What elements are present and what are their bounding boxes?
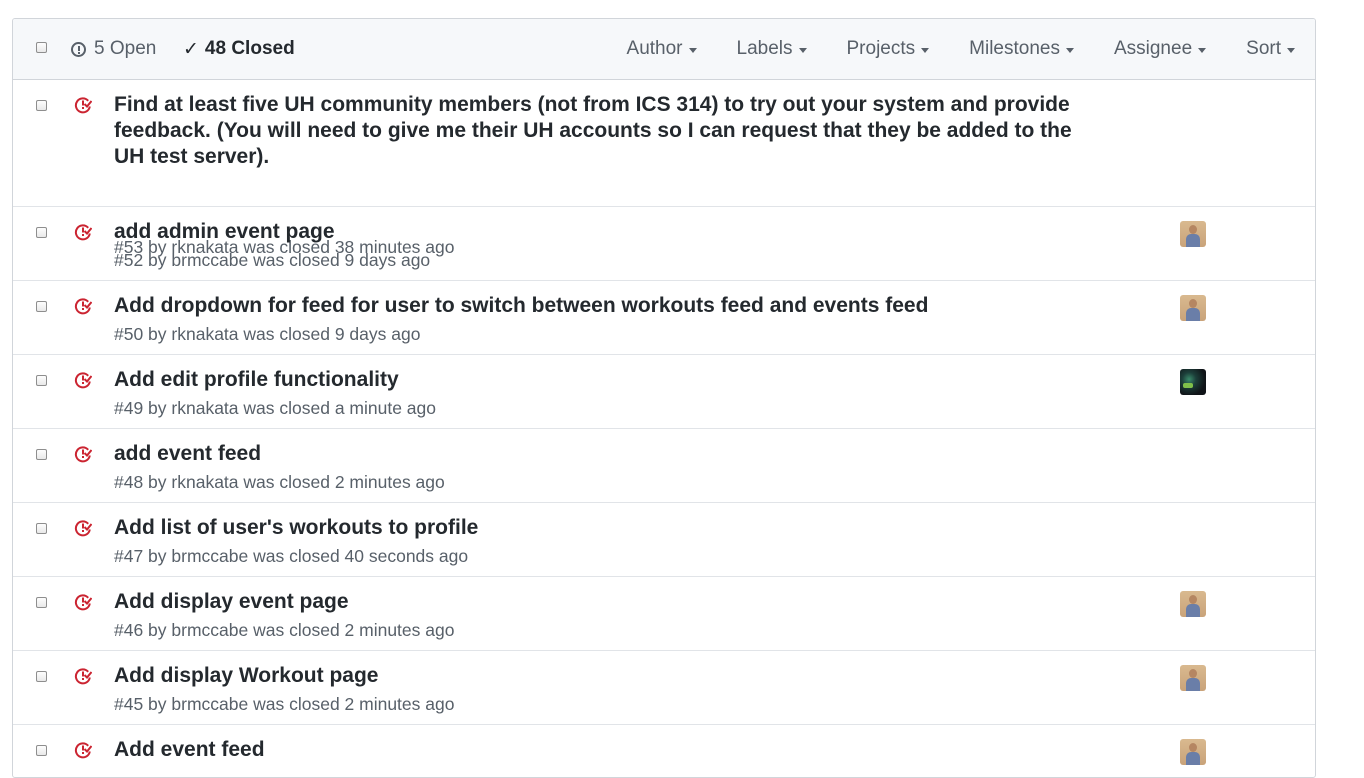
issue-closed-icon xyxy=(74,594,92,611)
issue-row[interactable]: Add dropdown for feed for user to switch… xyxy=(13,281,1315,355)
issue-title-link[interactable]: Add event feed xyxy=(114,737,1104,763)
issue-checkbox[interactable] xyxy=(36,375,47,386)
sort-filter[interactable]: Sort xyxy=(1246,38,1295,60)
issue-closed-icon xyxy=(74,224,92,241)
assignee-avatar[interactable] xyxy=(1180,221,1206,247)
author-filter-label: Author xyxy=(626,38,683,59)
issue-closed-icon xyxy=(74,298,92,315)
issue-closed-icon xyxy=(74,668,92,685)
issue-checkbox[interactable] xyxy=(36,100,47,111)
projects-filter[interactable]: Projects xyxy=(847,38,930,60)
chevron-down-icon xyxy=(1287,47,1295,53)
issue-closed-icon xyxy=(74,446,92,463)
projects-filter-label: Projects xyxy=(846,38,916,59)
issue-title-link[interactable]: Add edit profile functionality xyxy=(114,367,1104,393)
issue-title-link[interactable]: add admin event page xyxy=(114,219,1104,245)
issue-row[interactable]: Add edit profile functionality #49 by rkn… xyxy=(13,355,1315,429)
closed-issues-toggle[interactable]: ✓ 48 Closed xyxy=(183,19,295,79)
issue-closed-icon xyxy=(74,97,92,114)
closed-count-label: 48 Closed xyxy=(204,38,295,59)
issue-meta: #49 by rknakata was closed a minute ago xyxy=(114,398,436,418)
chevron-down-icon xyxy=(921,47,930,53)
issue-rows: Find at least five UH community members … xyxy=(13,80,1315,777)
issue-title-link[interactable]: add event feed xyxy=(114,441,1104,467)
issue-meta: #45 by brmccabe was closed 2 minutes ago xyxy=(114,694,455,714)
open-count-label: 5 Open xyxy=(94,38,157,59)
issue-title-link[interactable]: Add display event page xyxy=(114,589,1104,615)
issue-row[interactable]: Add display event page #46 by brmccabe wa… xyxy=(13,577,1315,651)
milestones-filter[interactable]: Milestones xyxy=(969,38,1074,60)
issues-list: 5 Open ✓ 48 Closed Author Labels Project… xyxy=(12,18,1316,778)
labels-filter-label: Labels xyxy=(736,38,793,59)
assignee-avatar[interactable] xyxy=(1180,591,1206,617)
issue-meta: #48 by rknakata was closed 2 minutes ago xyxy=(114,472,445,492)
issue-checkbox[interactable] xyxy=(36,227,47,238)
issue-closed-icon xyxy=(74,372,92,389)
issue-title-link[interactable]: Add display Workout page xyxy=(114,663,1104,689)
check-icon: ✓ xyxy=(183,38,199,60)
assignee-avatar[interactable] xyxy=(1180,665,1206,691)
issue-checkbox[interactable] xyxy=(36,597,47,608)
chevron-down-icon xyxy=(798,47,807,53)
labels-filter[interactable]: Labels xyxy=(737,38,807,60)
issue-row[interactable]: add event feed #48 by rknakata was closed… xyxy=(13,429,1315,503)
assignee-avatar[interactable] xyxy=(1180,739,1206,765)
issue-title-link[interactable]: Add dropdown for feed for user to switch… xyxy=(114,293,1104,319)
open-issues-toggle[interactable]: 5 Open xyxy=(71,19,156,79)
issue-checkbox[interactable] xyxy=(36,671,47,682)
issue-meta: #46 by brmccabe was closed 2 minutes ago xyxy=(114,620,455,640)
assignee-avatar[interactable] xyxy=(1180,295,1206,321)
issue-checkbox[interactable] xyxy=(36,301,47,312)
issue-row[interactable]: Add list of user's workouts to profile #4… xyxy=(13,503,1315,577)
issue-opened-icon xyxy=(71,41,86,57)
issue-closed-icon xyxy=(74,520,92,537)
issue-checkbox[interactable] xyxy=(36,523,47,534)
chevron-down-icon xyxy=(688,47,697,53)
issue-title-link[interactable]: Find at least five UH community members … xyxy=(114,92,1104,170)
chevron-down-icon xyxy=(1065,47,1074,53)
issue-checkbox[interactable] xyxy=(36,449,47,460)
issue-row[interactable]: Add event feed xyxy=(13,725,1315,777)
issue-title-link[interactable]: Add list of user's workouts to profile xyxy=(114,515,1104,541)
issue-row[interactable]: add admin event page #52 by brmccabe was … xyxy=(13,207,1315,281)
issues-list-header: 5 Open ✓ 48 Closed Author Labels Project… xyxy=(13,19,1315,80)
issue-meta: #47 by brmccabe was closed 40 seconds ag… xyxy=(114,546,469,566)
issue-row[interactable]: Find at least five UH community members … xyxy=(13,80,1315,257)
chevron-down-icon xyxy=(1198,47,1207,53)
assignee-filter[interactable]: Assignee xyxy=(1113,38,1207,60)
issue-checkbox[interactable] xyxy=(36,745,47,756)
issue-row[interactable]: Add display Workout page #45 by brmccabe … xyxy=(13,651,1315,725)
select-all-checkbox[interactable] xyxy=(36,42,47,53)
filter-bar: Author Labels Projects Milestones Assign… xyxy=(587,19,1295,79)
issue-meta: #52 by brmccabe was closed 9 days ago xyxy=(114,250,431,270)
assignee-avatar[interactable] xyxy=(1180,369,1206,395)
author-filter[interactable]: Author xyxy=(627,38,697,60)
issue-closed-icon xyxy=(74,742,92,759)
assignee-filter-label: Assignee xyxy=(1113,38,1193,59)
milestones-filter-label: Milestones xyxy=(969,38,1060,59)
issue-meta: #50 by rknakata was closed 9 days ago xyxy=(114,324,421,344)
sort-filter-label: Sort xyxy=(1246,38,1281,59)
